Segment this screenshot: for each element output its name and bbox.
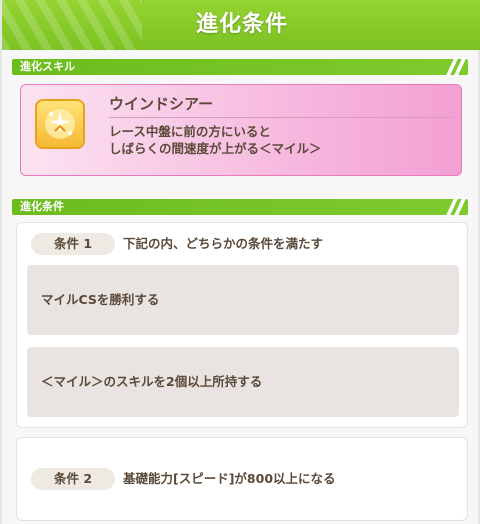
conditions-section-label: 進化条件 [20, 200, 64, 213]
sparkle-runner-icon [35, 99, 85, 149]
skill-description-line: レース中盤に前の方にいると [109, 124, 271, 139]
skill-description-line: しばらくの間速度が上がる＜マイル＞ [109, 141, 322, 156]
condition-title: 基礎能力[スピード]が800以上になる [123, 471, 336, 486]
dialog-header: 進化条件 [2, 0, 480, 50]
skill-section-header: 進化スキル [12, 57, 468, 77]
evolved-skill-card[interactable]: ウインドシアー レース中盤に前の方にいると しばらくの間速度が上がる＜マイル＞ [20, 84, 462, 176]
skill-divider [109, 117, 453, 118]
conditions-section-header: 進化条件 [12, 197, 468, 217]
skill-description: レース中盤に前の方にいると しばらくの間速度が上がる＜マイル＞ [109, 123, 322, 157]
condition-card-1: 条件 1 下記の内、どちらかの条件を満たす マイルCSを勝利する ＜マイル＞のス… [16, 222, 468, 428]
requirement-text: ＜マイル＞のスキルを2個以上所持する [41, 374, 263, 389]
skill-name: ウインドシアー [109, 95, 214, 113]
condition-tag: 条件 2 [31, 468, 115, 490]
dialog-title: 進化条件 [195, 12, 288, 37]
condition-card-2: 条件 2 基礎能力[スピード]が800以上になる [16, 437, 468, 521]
requirement-text: マイルCSを勝利する [41, 292, 160, 307]
requirement-item: マイルCSを勝利する [27, 265, 459, 335]
dialog-frame: 進化条件 進化スキル ウインドシアー レース中盤に前の方にいると しばらくの間速… [0, 0, 480, 524]
condition-tag: 条件 1 [31, 233, 115, 255]
requirement-item: ＜マイル＞のスキルを2個以上所持する [27, 347, 459, 417]
condition-title: 下記の内、どちらかの条件を満たす [123, 236, 324, 251]
skill-section-label: 進化スキル [20, 60, 75, 73]
